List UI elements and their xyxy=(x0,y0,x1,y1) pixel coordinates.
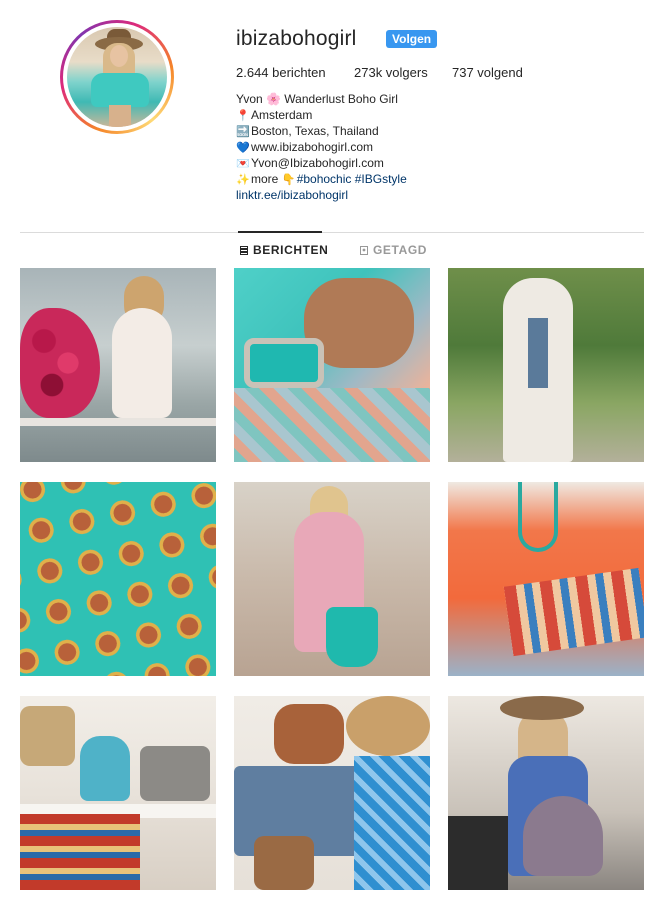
bio-hashtags[interactable]: #bohochic #IBGstyle xyxy=(297,172,407,186)
love-letter-icon: 💌 xyxy=(236,158,250,170)
bio-email: Yvon@Ibizabohogirl.com xyxy=(251,156,384,170)
bio-link[interactable]: linktr.ee/ibizabohogirl xyxy=(236,188,348,202)
profile-bio: Yvon 🌸 Wanderlust Boho Girl 📍Amsterdam 🔜… xyxy=(236,91,407,203)
post-thumbnail-7[interactable] xyxy=(20,696,216,890)
sparkles-icon: ✨ xyxy=(236,174,250,186)
bio-places: Boston, Texas, Thailand xyxy=(251,124,379,138)
tab-tagged-label: GETAGD xyxy=(373,243,428,257)
tab-posts[interactable]: BERICHTEN xyxy=(240,243,328,257)
tag-icon xyxy=(360,245,368,255)
soon-arrow-icon: 🔜 xyxy=(236,126,250,138)
avatar-image xyxy=(67,27,167,127)
post-thumbnail-1[interactable] xyxy=(20,268,216,462)
blue-heart-icon: 💙 xyxy=(236,142,250,154)
tabs-divider xyxy=(20,232,644,233)
profile-stats: 2.644 berichten 273k volgers 737 volgend xyxy=(236,65,523,80)
tab-posts-label: BERICHTEN xyxy=(253,243,329,257)
post-thumbnail-8[interactable] xyxy=(234,696,430,890)
post-thumbnail-3[interactable] xyxy=(448,268,644,462)
bio-more: more xyxy=(251,172,279,186)
bio-name: Yvon 🌸 Wanderlust Boho Girl xyxy=(236,92,398,106)
post-thumbnail-6[interactable] xyxy=(448,482,644,676)
posts-count: 2.644 berichten xyxy=(236,65,326,80)
follow-button[interactable]: Volgen xyxy=(386,30,438,48)
tab-tagged[interactable]: GETAGD xyxy=(360,243,427,257)
followers-count[interactable]: 273k volgers xyxy=(354,65,452,80)
post-thumbnail-2[interactable] xyxy=(234,268,430,462)
post-thumbnail-5[interactable] xyxy=(234,482,430,676)
post-thumbnail-4[interactable] xyxy=(20,482,216,676)
grid-icon xyxy=(240,245,248,255)
profile-username: ibizabohogirl xyxy=(236,27,357,50)
active-tab-indicator xyxy=(238,231,322,233)
following-count[interactable]: 737 volgend xyxy=(452,65,523,80)
pointing-down-icon: 👇 xyxy=(281,174,296,186)
bio-website: www.ibizabohogirl.com xyxy=(251,140,374,154)
profile-avatar[interactable] xyxy=(60,20,174,134)
post-thumbnail-9[interactable] xyxy=(448,696,644,890)
bio-location: Amsterdam xyxy=(251,108,313,122)
pin-icon: 📍 xyxy=(236,110,250,122)
